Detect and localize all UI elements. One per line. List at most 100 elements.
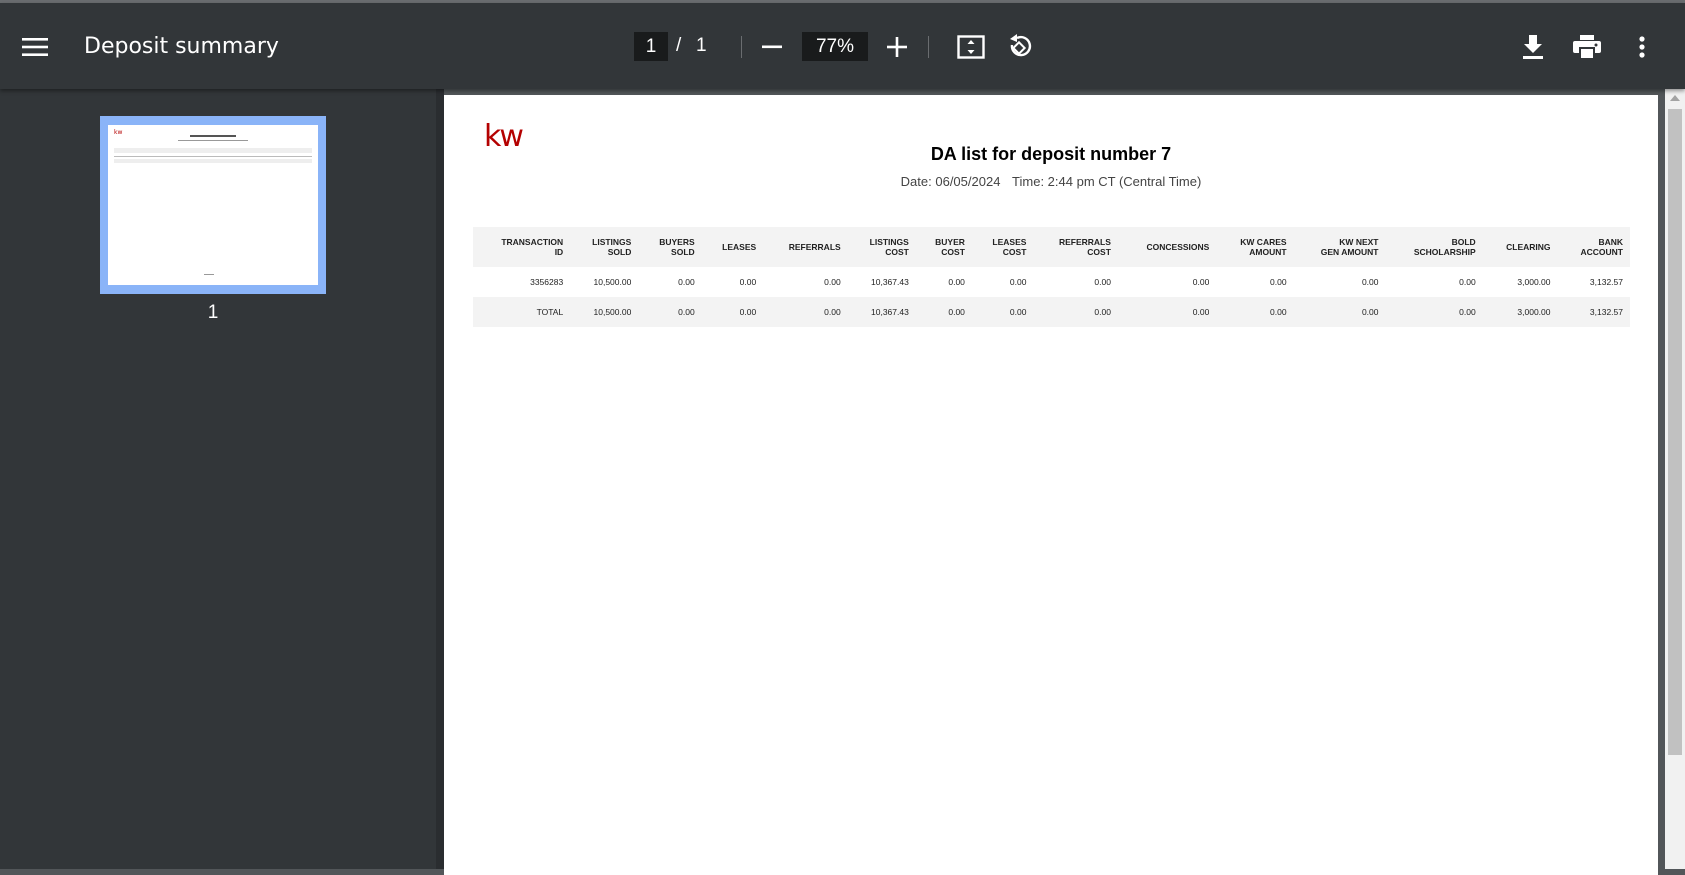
total-cell: 0.00 <box>1385 297 1483 327</box>
minus-icon[interactable] <box>757 32 787 62</box>
table-cell: 0.00 <box>1094 277 1111 287</box>
column-header-line: COST <box>1002 247 1027 257</box>
thumbnail-preview: kw <box>108 125 318 285</box>
total-cell: 10,367.43 <box>847 297 916 327</box>
column-header: CLEARING <box>1482 227 1558 267</box>
sidebar-divider <box>436 89 444 869</box>
table-body: 3356283 10,500.00 0.00 0.00 0.00 10,367.43 0.0… <box>473 267 1630 327</box>
document-viewer: kw DA list for deposit number 7 Date: 06… <box>444 89 1665 875</box>
report-date-time: Date: 06/05/2024 Time: 2:44 pm CT (Centr… <box>444 174 1658 189</box>
pdf-toolbar: Deposit summary 1 / 1 77% <box>0 3 1685 89</box>
table-cell: 3356283 <box>530 277 564 287</box>
total-cell: 0.00 <box>701 297 764 327</box>
column-header-line: SOLD <box>607 247 632 257</box>
total-cell: TOTAL <box>473 297 571 327</box>
column-header-line: SOLD <box>671 247 695 257</box>
column-header-line: LISTINGS <box>869 237 909 247</box>
more-vert-icon[interactable] <box>1627 32 1657 62</box>
total-pages: 1 <box>696 35 707 56</box>
column-header-line: KW CARES <box>1240 237 1287 247</box>
table-cell: 0.00 <box>739 277 757 287</box>
report-time: Time: 2:44 pm CT (Central Time) <box>1012 174 1202 189</box>
deposit-table: TRANSACTION ID LISTINGS SOLD BUYERS SOLD LEASE… <box>473 227 1630 327</box>
column-header-line: GEN AMOUNT <box>1320 247 1379 257</box>
scroll-up-arrow-icon[interactable] <box>1670 95 1680 101</box>
table-cell: 10,367.43 <box>871 277 909 287</box>
report-date: Date: 06/05/2024 <box>900 174 1001 189</box>
column-header-line: LISTINGS <box>592 237 632 247</box>
print-icon[interactable] <box>1571 32 1603 62</box>
svg-text:kw: kw <box>114 129 122 136</box>
table-cell: 0.00 <box>678 277 695 287</box>
table-cell: 0.00 <box>824 277 841 287</box>
toolbar-divider <box>741 36 742 58</box>
plus-icon[interactable] <box>882 32 912 62</box>
toolbar-divider <box>928 36 929 58</box>
page-thumbnail[interactable]: kw <box>100 116 326 294</box>
column-header-line: CLEARING <box>1506 242 1551 252</box>
column-header-line: COST <box>1087 247 1111 257</box>
pdf-page: kw DA list for deposit number 7 Date: 06… <box>444 95 1658 875</box>
table-header-row: TRANSACTION ID LISTINGS SOLD BUYERS SOLD LEASE… <box>473 227 1630 267</box>
column-header-line: BUYERS <box>659 237 695 247</box>
total-cell: 0.00 <box>1117 297 1217 327</box>
column-header: KW CARES AMOUNT <box>1216 227 1294 267</box>
column-header: TRANSACTION ID <box>473 227 571 267</box>
column-header-line: ACCOUNT <box>1580 247 1624 257</box>
total-cell: 0.00 <box>1216 297 1294 327</box>
total-cell: 0.00 <box>1293 297 1386 327</box>
download-icon[interactable] <box>1518 32 1548 62</box>
thumbnail-page-number: 1 <box>207 302 219 323</box>
table-cell: 0.00 <box>1361 277 1379 287</box>
total-cell: 10,500.00 <box>570 297 639 327</box>
column-header: BUYERS SOLD <box>638 227 702 267</box>
rotate-icon[interactable] <box>1004 31 1036 63</box>
table-cell: 0.00 <box>1270 277 1287 287</box>
page-separator: / <box>676 35 682 56</box>
column-header: BANK ACCOUNT <box>1557 227 1630 267</box>
total-cell: 0.00 <box>915 297 972 327</box>
column-header-line: LEASES <box>992 237 1027 247</box>
total-cell: 0.00 <box>763 297 848 327</box>
column-header-line: KW NEXT <box>1339 237 1379 247</box>
scrollbar-thumb[interactable] <box>1668 109 1682 755</box>
column-header-line: LEASES <box>722 242 757 252</box>
menu-icon[interactable] <box>20 32 50 62</box>
column-header-line: ID <box>554 247 564 257</box>
vertical-scrollbar[interactable] <box>1665 89 1685 869</box>
column-header-line: SCHOLARSHIP <box>1413 247 1476 257</box>
column-header: LISTINGS COST <box>847 227 916 267</box>
zoom-level-input[interactable]: 77% <box>802 32 868 61</box>
table-cell: 10,500.00 <box>593 277 632 287</box>
total-cell: 0.00 <box>638 297 702 327</box>
total-cell: 3,132.57 <box>1557 297 1630 327</box>
fit-to-page-icon[interactable] <box>956 32 986 62</box>
report-title: DA list for deposit number 7 <box>930 144 1172 164</box>
table-cell: 0.00 <box>1192 277 1210 287</box>
column-header-line: REFERRALS <box>1058 237 1111 247</box>
table-cell: 3,132.57 <box>1589 277 1623 287</box>
column-header-line: REFERRALS <box>788 242 841 252</box>
total-row: TOTAL 10,500.00 0.00 0.00 0.00 10,367.43 0.00 0… <box>473 297 1630 327</box>
column-header: KW NEXT GEN AMOUNT <box>1293 227 1386 267</box>
total-cell: 0.00 <box>971 297 1034 327</box>
column-header-line: BUYER <box>935 237 965 247</box>
document-title: Deposit summary <box>84 34 279 59</box>
table-row: 3356283 10,500.00 0.00 0.00 0.00 10,367.43 0.0… <box>473 267 1630 297</box>
table-cell: 0.00 <box>1009 277 1027 287</box>
column-header-line: AMOUNT <box>1249 247 1287 257</box>
column-header: LISTINGS SOLD <box>570 227 639 267</box>
column-header-line: COST <box>885 247 909 257</box>
total-cell: 3,000.00 <box>1482 297 1558 327</box>
column-header: BUYER COST <box>915 227 972 267</box>
column-header-line: BANK <box>1598 237 1623 247</box>
table-cell: 3,000.00 <box>1517 277 1551 287</box>
column-header: LEASES <box>701 227 764 267</box>
current-page-input[interactable]: 1 <box>634 32 668 61</box>
column-header: LEASES COST <box>971 227 1034 267</box>
column-header: REFERRALS COST <box>1033 227 1118 267</box>
column-header-line: CONCESSIONS <box>1146 242 1210 252</box>
column-header: BOLD SCHOLARSHIP <box>1385 227 1483 267</box>
column-header-line: TRANSACTION <box>501 237 564 247</box>
column-header-line: BOLD <box>1451 237 1476 247</box>
